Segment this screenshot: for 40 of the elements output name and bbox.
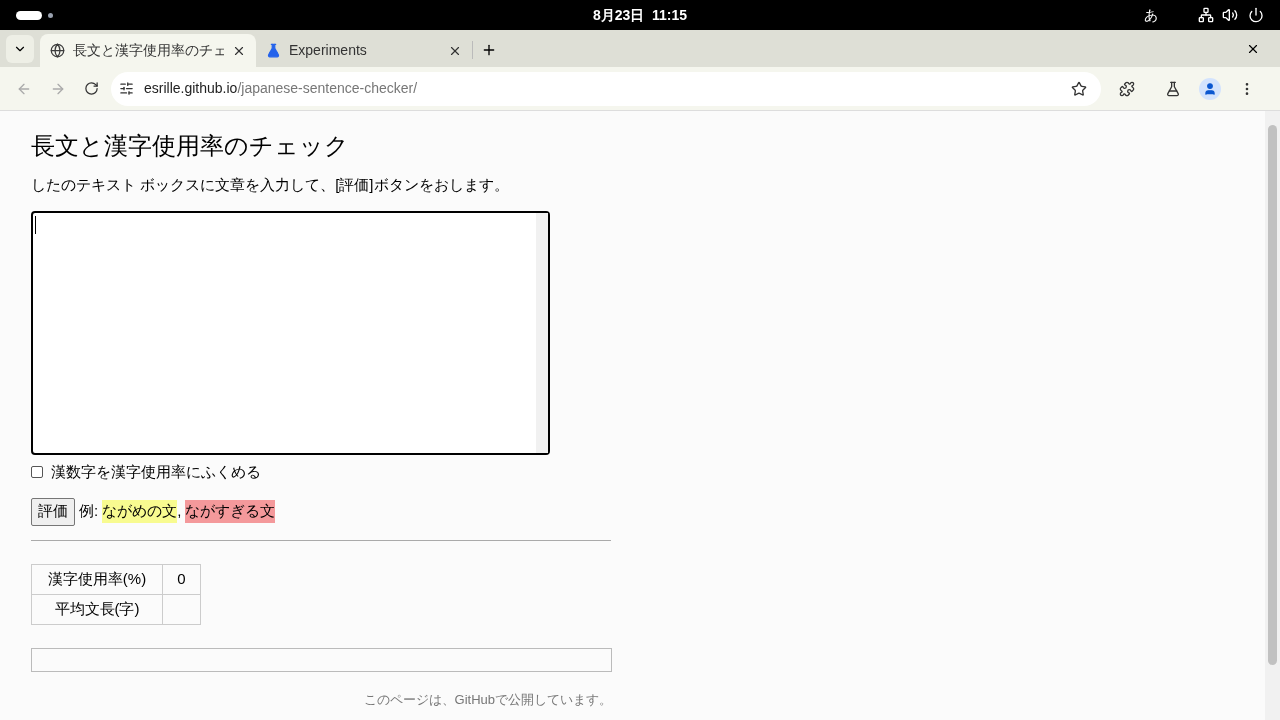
reload-icon[interactable] bbox=[84, 81, 99, 96]
table-cell: 平均文長(字) bbox=[31, 594, 163, 624]
profile-avatar[interactable] bbox=[1199, 77, 1221, 100]
instruction-text: したのテキスト ボックスに文章を入力して、[評価]ボタンをおします。 bbox=[31, 175, 510, 195]
example-label: 例: bbox=[79, 501, 99, 522]
table-cell: 0 bbox=[162, 564, 201, 594]
page-heading: 長文と漢字使用率のチェック bbox=[31, 131, 350, 161]
network-icon[interactable] bbox=[1198, 7, 1214, 23]
tab-title: 長文と漢字使用率のチェ bbox=[73, 41, 224, 60]
power-icon[interactable] bbox=[1248, 7, 1264, 23]
input-method-indicator[interactable]: あ bbox=[1144, 4, 1158, 26]
scrollbar[interactable] bbox=[536, 213, 548, 453]
extensions-icon[interactable] bbox=[1119, 80, 1135, 97]
flask-icon[interactable] bbox=[1165, 80, 1181, 97]
browser-tab[interactable]: Experiments bbox=[256, 34, 472, 67]
bookmark-star-icon[interactable] bbox=[1071, 80, 1087, 97]
text-area[interactable] bbox=[31, 211, 550, 455]
close-icon[interactable] bbox=[1246, 42, 1260, 56]
example-sample: ながめの文 bbox=[102, 500, 178, 523]
evaluate-button[interactable]: 評価 bbox=[31, 497, 75, 526]
checkbox-label: 漢数字を漢字使用率にふくめる bbox=[51, 462, 261, 482]
browser-tab[interactable]: 長文と漢字使用率のチェ bbox=[40, 34, 256, 67]
page-scrollbar[interactable] bbox=[1265, 111, 1280, 720]
tab-title: Experiments bbox=[289, 41, 368, 60]
new-tab-icon[interactable] bbox=[481, 42, 497, 58]
activities-indicator[interactable] bbox=[16, 10, 42, 20]
table-cell: 漢字使用率(%) bbox=[31, 564, 163, 594]
volume-icon[interactable] bbox=[1222, 7, 1238, 23]
site-settings-icon[interactable] bbox=[119, 81, 134, 96]
url-path: /japanese-sentence-checker/ bbox=[237, 79, 418, 98]
flask-icon bbox=[266, 43, 281, 58]
clock[interactable]: 8月23日 11:15 bbox=[592, 4, 688, 26]
footer-text: このページは、GitHubで公開しています。 bbox=[362, 690, 612, 709]
globe-icon bbox=[50, 43, 65, 58]
url-host: esrille.github.io bbox=[144, 79, 238, 98]
address-bar[interactable]: esrille.github.io/japanese-sentence-checker/ bbox=[111, 71, 1101, 106]
table-cell bbox=[162, 594, 201, 624]
example-sample: ながすぎる文 bbox=[185, 500, 276, 523]
checkbox[interactable] bbox=[31, 466, 43, 479]
separator: , bbox=[177, 501, 182, 522]
